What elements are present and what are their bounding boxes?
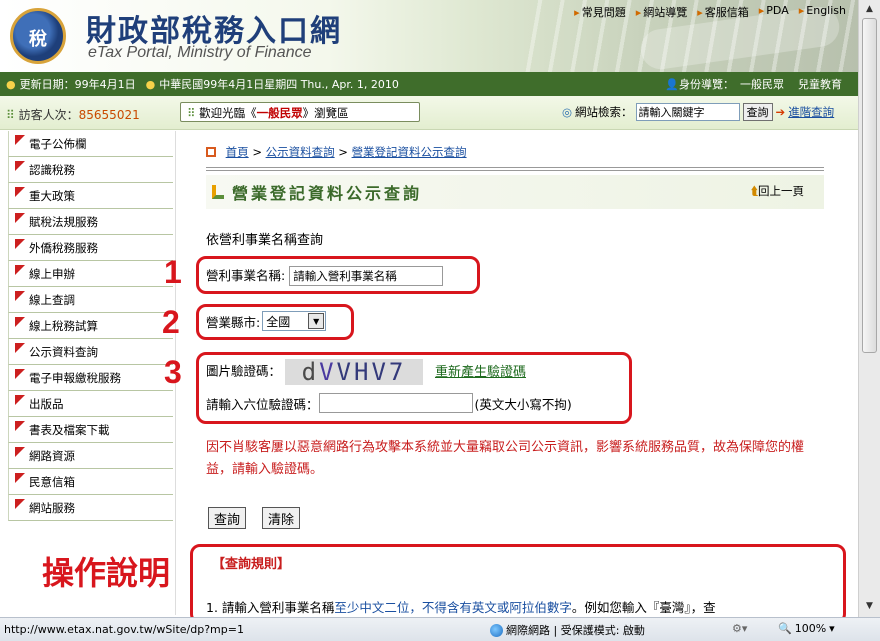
- sidebar-item-major-policy[interactable]: 重大政策: [8, 183, 173, 209]
- page-title: 營業登記資料公示查詢: [232, 184, 423, 203]
- sidebar-item-know-tax[interactable]: 認識稅務: [8, 157, 173, 183]
- sidebar-menu: 電子公佈欄 認識稅務 重大政策 賦稅法規服務 外僑稅務服務 線上申辦 線上查調 …: [0, 131, 176, 615]
- sidebar-item-online-query[interactable]: 線上查調: [8, 287, 173, 313]
- top-link-sitemap[interactable]: 網站導覽: [636, 4, 687, 20]
- security-zone[interactable]: 網際網路 | 受保護模式: 啟動: [490, 622, 645, 638]
- settings-icon[interactable]: ⚙▾: [732, 622, 747, 635]
- annotation-box-1: [196, 256, 480, 294]
- breadcrumb: 首頁 > 公示資料查詢 > 營業登記資料公示查詢: [206, 144, 467, 160]
- sidebar-item-foreigner-tax[interactable]: 外僑稅務服務: [8, 235, 173, 261]
- chevron-down-icon: ▾: [829, 622, 835, 635]
- clear-button[interactable]: 清除: [262, 507, 301, 529]
- visitor-bar: ⠿ 訪客人次：85655021 ⠿ 歡迎光臨《一般民眾》瀏覽區 ◎ 網站檢索： …: [0, 96, 858, 130]
- bullet-icon: ●: [145, 77, 156, 91]
- advanced-search-link[interactable]: 進階查詢: [788, 104, 834, 120]
- sidebar-item-opinion-mail[interactable]: 民意信箱: [8, 469, 173, 495]
- back-arrow-icon: ⮬: [751, 184, 758, 198]
- title-marker-icon: [212, 185, 224, 199]
- annotation-instructions: 操作說明: [42, 555, 171, 591]
- sidebar-item-forms-download[interactable]: 書表及檔案下載: [8, 417, 173, 443]
- identity-kids-link[interactable]: 兒童教育: [798, 76, 842, 92]
- sidebar-item-public-data[interactable]: 公示資料查詢: [8, 339, 173, 365]
- back-link[interactable]: ⮬回上一頁: [751, 183, 804, 199]
- annotation-box-3: [196, 352, 632, 424]
- top-link-english[interactable]: English: [799, 4, 846, 20]
- identity-label: 身份導覽：: [679, 78, 734, 91]
- query-button[interactable]: 查詢: [208, 507, 247, 529]
- breadcrumb-public-data[interactable]: 公示資料查詢: [266, 145, 335, 159]
- sidebar-item-publications[interactable]: 出版品: [8, 391, 173, 417]
- search-input[interactable]: [635, 103, 740, 121]
- visitor-count: 85655021: [78, 108, 140, 122]
- top-link-faq[interactable]: 常見問題: [574, 4, 626, 20]
- site-search: ◎ 網站檢索： 查詢 ➔ 進階查詢: [562, 103, 834, 121]
- grid-icon: ⠿: [6, 108, 15, 122]
- zone-label: 網際網路 | 受保護模式: 啟動: [506, 624, 645, 637]
- globe-icon: [490, 623, 503, 637]
- site-header: 稅 財政部稅務入口網 eTax Portal, Ministry of Fina…: [0, 0, 858, 72]
- scroll-down-icon[interactable]: ▼: [861, 598, 878, 614]
- welcome-suffix: 》瀏覽區: [302, 106, 349, 120]
- breadcrumb-sep: >: [338, 145, 348, 159]
- back-label: 回上一頁: [758, 184, 804, 198]
- annotation-number-3: 3: [164, 354, 182, 390]
- divider: [206, 167, 824, 168]
- identity-nav: 👤身份導覽： 一般民眾 兒童教育: [665, 72, 842, 96]
- arrow-right-icon: ➔: [775, 105, 786, 119]
- page-title-bar: 營業登記資料公示查詢: [206, 175, 824, 209]
- sidebar-item-tax-calculator[interactable]: 線上稅務試算: [8, 313, 173, 339]
- status-url: http://www.etax.nat.gov.tw/wSite/dp?mp=1: [4, 623, 244, 636]
- welcome-role: 一般民眾: [256, 106, 303, 120]
- site-logo-subtitle: eTax Portal, Ministry of Finance: [88, 44, 312, 61]
- visitor-counter: ⠿ 訪客人次：85655021: [6, 106, 140, 123]
- divider: [206, 170, 824, 171]
- zoom-icon: 🔍: [778, 622, 792, 635]
- sidebar-item-online-apply[interactable]: 線上申辦: [8, 261, 173, 287]
- breadcrumb-business-registration[interactable]: 營業登記資料公示查詢: [352, 145, 467, 159]
- search-icon: ◎: [562, 105, 573, 119]
- ministry-seal-icon[interactable]: 稅: [10, 8, 66, 64]
- grid-icon: ⠿: [187, 106, 196, 120]
- bullet-icon: ●: [6, 77, 16, 91]
- annotation-number-1: 1: [164, 254, 182, 290]
- sidebar-item-site-service[interactable]: 網站服務: [8, 495, 173, 521]
- browser-status-bar: http://www.etax.nat.gov.tw/wSite/dp?mp=1…: [0, 617, 880, 641]
- date-bar: ● 更新日期：99年4月1日 ● 中華民國99年4月1日星期四 Thu., Ap…: [0, 72, 858, 96]
- top-link-pda[interactable]: PDA: [759, 4, 788, 20]
- top-links: 常見問題 網站導覽 客服信箱 PDA English: [574, 4, 846, 20]
- annotation-box-2: [196, 304, 354, 340]
- annotation-box-instructions: [190, 544, 846, 624]
- vertical-scrollbar[interactable]: ▲ ▼: [858, 0, 880, 617]
- top-link-service-mail[interactable]: 客服信箱: [697, 4, 749, 20]
- sidebar-item-bulletin[interactable]: 電子公佈欄: [8, 131, 173, 157]
- query-mode-heading: 依營利事業名稱查詢: [206, 233, 324, 248]
- seal-glyph: 稅: [29, 29, 47, 50]
- search-label: 網站檢索：: [575, 105, 633, 119]
- zoom-control[interactable]: 🔍 100% ▾: [778, 622, 835, 635]
- scroll-up-icon[interactable]: ▲: [861, 1, 878, 17]
- sidebar-item-web-resources[interactable]: 網路資源: [8, 443, 173, 469]
- sidebar-item-e-filing[interactable]: 電子申報繳稅服務: [8, 365, 173, 391]
- annotation-number-2: 2: [162, 304, 180, 340]
- sidebar-item-tax-law[interactable]: 賦稅法規服務: [8, 209, 173, 235]
- zoom-level: 100%: [794, 622, 827, 635]
- welcome-prefix: 歡迎光臨《: [199, 106, 257, 120]
- identity-public-link[interactable]: 一般民眾: [740, 78, 784, 91]
- breadcrumb-sep: >: [252, 145, 262, 159]
- today-date: 中華民國99年4月1日星期四 Thu., Apr. 1, 2010: [159, 78, 399, 91]
- captcha-warning: 因不肖駭客屢以惡意網路行為攻擊本系統並大量竊取公司公示資訊，影響系統服務品質，故…: [206, 440, 805, 477]
- search-button[interactable]: 查詢: [742, 103, 773, 121]
- breadcrumb-home[interactable]: 首頁: [226, 145, 249, 159]
- user-icon: 👤: [665, 78, 679, 91]
- visitor-label: 訪客人次：: [18, 108, 79, 122]
- square-bullet-icon: [206, 147, 216, 157]
- welcome-banner: ⠿ 歡迎光臨《一般民眾》瀏覽區: [180, 102, 420, 122]
- update-date: 更新日期：99年4月1日: [19, 78, 136, 91]
- scroll-thumb[interactable]: [862, 18, 877, 353]
